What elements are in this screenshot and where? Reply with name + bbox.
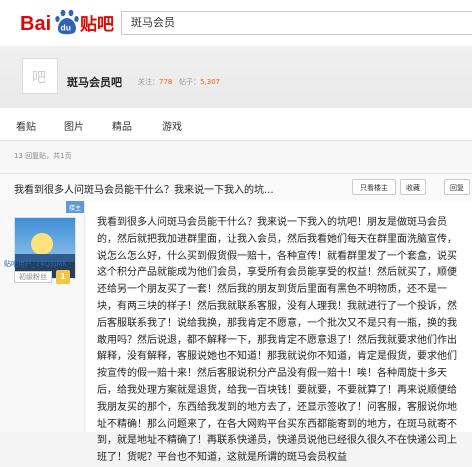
thread-meta-bar: 13 回复贴，共1页 [0,141,472,173]
thread-title: 我看到很多人问斑马会员能干什么？我来说一下我入的坑... [14,185,274,196]
follow-label: 关注： [138,78,159,86]
author-username[interactable]: 贴吧用户_74Q5JMK [4,259,67,269]
author-column: 楼主 贴吧用户_74Q5JMK 初级粉丝 1 [0,201,85,432]
tab-posts[interactable]: 看贴 [16,118,36,133]
level-badge: 1 [56,270,70,284]
top-bar: Bai du 贴吧 斑马会员 [0,0,472,46]
svg-text:Bai: Bai [20,13,51,35]
owner-ribbon-label: 楼主 [69,205,82,212]
only-owner-button[interactable]: 只看楼主 [352,179,396,195]
forum-tabs: 看贴 图片 精品 游戏 [0,108,472,141]
thread-title-bar: 我看到很多人问斑马会员能干什么？我来说一下我入的坑... 只看楼主 收藏 回复 [0,173,472,203]
owner-ribbon: 楼主 [66,201,84,213]
tab-featured[interactable]: 精品 [112,118,132,133]
post-content: 我看到很多人问斑马会员能干什么？我来说一下我入的坑吧！朋友是做斑马会员的，然后就… [97,217,457,464]
collect-button[interactable]: 收藏 [400,179,426,195]
follow-count: 778 [159,78,173,86]
posts-label: 帖子： [179,78,201,86]
svg-text:du: du [61,23,71,33]
reply-count: 13 回复贴，共1页 [14,152,72,160]
svg-text:贴吧: 贴吧 [80,14,114,35]
level-label: 初级粉丝 [14,271,52,283]
tab-images[interactable]: 图片 [64,118,84,133]
baidu-tieba-logo[interactable]: Bai du 贴吧 [20,8,118,36]
reply-button[interactable]: 回复 [444,179,470,195]
sunset-landscape-avatar-icon [15,218,75,278]
svg-text:吧: 吧 [32,70,46,86]
post: 楼主 贴吧用户_74Q5JMK 初级粉丝 1 我看到很多人问斑马会员能干什么？我… [0,201,472,463]
search-input[interactable]: 斑马会员 [121,11,472,35]
forum-avatar[interactable]: 吧 [22,58,58,94]
forum-banner: 吧 斑马会员吧 关注：778 帖子：5,307 [0,46,472,108]
tab-games[interactable]: 游戏 [162,118,182,133]
forum-stats: 关注：778 帖子：5,307 [138,77,220,87]
forum-default-avatar-icon: 吧 [32,70,46,86]
posts-count: 5,307 [200,78,221,86]
forum-name[interactable]: 斑马会员吧 [67,74,122,90]
